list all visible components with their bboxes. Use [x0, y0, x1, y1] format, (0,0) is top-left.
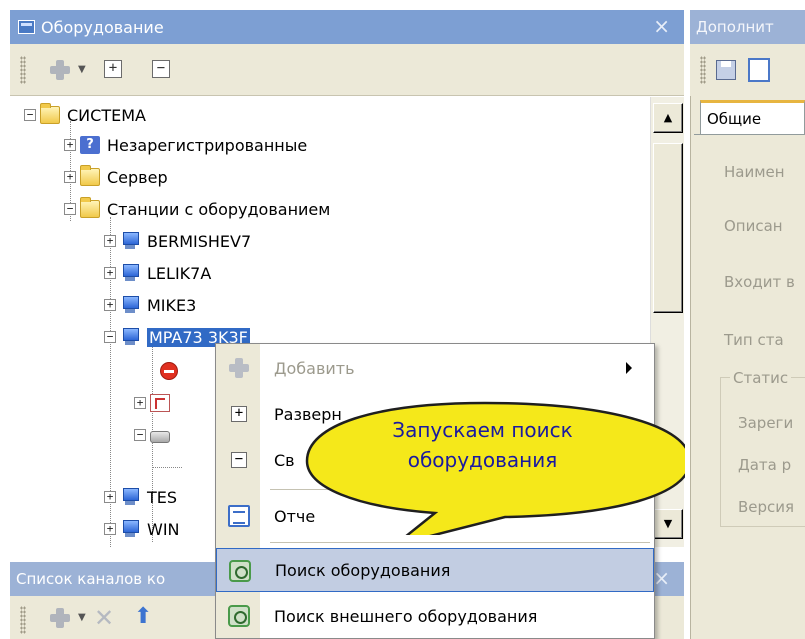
disabled-icon: [160, 362, 178, 380]
expand-icon: +: [231, 406, 247, 422]
computer-icon: [120, 296, 140, 314]
tree-node-station[interactable]: + LELIK7A: [104, 261, 211, 285]
toolbar-grip[interactable]: [20, 56, 26, 84]
computer-icon: [120, 520, 140, 538]
collapse-toggle[interactable]: −: [24, 109, 36, 121]
computer-icon: [120, 264, 140, 282]
submenu-arrow-icon: [626, 362, 632, 374]
scroll-thumb[interactable]: [653, 143, 683, 313]
equipment-panel-title: Оборудование ×: [10, 10, 684, 44]
properties-toolbar: [690, 44, 805, 96]
tree-node-station[interactable]: + TES: [104, 485, 177, 509]
menu-item-label: Поиск внешнего оборудования: [274, 606, 538, 626]
field-label: Описан: [724, 217, 783, 235]
expand-toggle[interactable]: +: [64, 171, 76, 183]
expand-all-button[interactable]: +: [104, 60, 122, 78]
collapse-toggle[interactable]: −: [134, 429, 146, 441]
tree-node-label: WIN: [147, 519, 180, 539]
tree-node-server[interactable]: + Сервер: [64, 165, 168, 189]
edit-icon[interactable]: [748, 58, 770, 82]
question-icon: ?: [80, 136, 100, 154]
field-label: Входит в: [724, 273, 795, 291]
equipment-panel-title-text: Оборудование: [41, 17, 164, 37]
statistics-group-label: Статис: [730, 369, 792, 387]
scroll-up-button[interactable]: ▲: [653, 103, 683, 133]
callout-line-1: Запускаем поиск: [392, 418, 573, 442]
tree-guide: [152, 467, 182, 468]
toolbar-grip[interactable]: [700, 56, 706, 84]
tree-node-label: MIKE3: [147, 295, 197, 315]
callout-bubble: Запускаем поиск оборудования: [285, 395, 692, 547]
menu-item-add[interactable]: Добавить: [216, 346, 654, 390]
channels-panel-title-text: Список каналов ко: [16, 570, 166, 588]
computer-icon: [120, 488, 140, 506]
tree-node-label: СИСТЕМА: [67, 105, 146, 125]
collapse-toggle[interactable]: −: [104, 331, 116, 343]
tree-node-system[interactable]: − СИСТЕМА: [24, 103, 146, 127]
tree-node-label: Незарегистрированные: [107, 135, 308, 155]
callout-line-2: оборудования: [407, 448, 558, 472]
field-label: Дата р: [738, 456, 792, 474]
tree-node-label: TES: [147, 487, 178, 507]
tree-node-station[interactable]: + MIKE3: [104, 293, 196, 317]
menu-item-search-equipment[interactable]: Поиск оборудования: [216, 548, 654, 592]
close-icon[interactable]: ×: [653, 566, 670, 590]
tree-node-unregistered[interactable]: + ? Незарегистрированные: [64, 133, 307, 157]
report-icon: [228, 505, 250, 527]
folder-icon: [40, 103, 60, 124]
chevron-down-icon[interactable]: ▼: [78, 612, 86, 623]
tree-node-station[interactable]: + WIN: [104, 517, 180, 541]
folder-icon: [80, 165, 100, 186]
properties-panel-title: Дополнит: [690, 10, 805, 44]
add-icon: [228, 357, 250, 379]
callout-text: Запускаем поиск оборудования: [380, 415, 585, 475]
field-label: Версия: [738, 498, 795, 516]
menu-separator: [270, 542, 650, 543]
collapse-toggle[interactable]: −: [64, 203, 76, 215]
disk-icon: [150, 431, 170, 443]
tree-node-device[interactable]: −: [134, 423, 177, 447]
menu-item-label: Поиск оборудования: [275, 560, 451, 580]
search-device-icon: [229, 560, 251, 582]
menu-item-search-external-equipment[interactable]: Поиск внешнего оборудования: [216, 594, 654, 638]
field-label: Тип ста: [724, 331, 784, 349]
window-icon: [18, 20, 35, 34]
delete-icon[interactable]: ✕: [94, 604, 114, 632]
expand-toggle[interactable]: +: [104, 523, 116, 535]
report-file-icon: [150, 394, 170, 412]
expand-toggle[interactable]: +: [104, 267, 116, 279]
field-label: Наимен: [724, 163, 785, 181]
field-label: Зареги: [738, 414, 794, 432]
chevron-down-icon[interactable]: ▼: [78, 64, 86, 75]
tree-node-label: LELIK7A: [147, 263, 212, 283]
search-device-icon: [228, 605, 250, 627]
tree-node-device[interactable]: +: [134, 391, 177, 415]
arrow-up-icon[interactable]: ⬆: [134, 604, 152, 629]
computer-icon: [120, 328, 140, 346]
menu-item-label: Добавить: [274, 358, 355, 378]
add-icon[interactable]: [48, 58, 72, 82]
tree-node-station[interactable]: + BERMISHEV7: [104, 229, 251, 253]
collapse-icon: −: [231, 452, 247, 468]
tree-node-stations[interactable]: − Станции с оборудованием: [64, 197, 330, 221]
expand-toggle[interactable]: +: [104, 491, 116, 503]
tree-node-label: Сервер: [107, 167, 168, 187]
add-icon[interactable]: [48, 606, 72, 630]
computer-icon: [120, 232, 140, 250]
expand-toggle[interactable]: +: [104, 299, 116, 311]
expand-toggle[interactable]: +: [64, 139, 76, 151]
close-icon[interactable]: ×: [653, 14, 670, 38]
collapse-all-button[interactable]: −: [152, 60, 170, 78]
tab-general[interactable]: Общие: [700, 100, 805, 134]
tree-node-label: BERMISHEV7: [147, 231, 252, 251]
tree-node-label: Станции с оборудованием: [107, 199, 331, 219]
equipment-toolbar: ▼ + −: [10, 44, 684, 96]
expand-toggle[interactable]: +: [104, 235, 116, 247]
toolbar-grip[interactable]: [20, 606, 26, 634]
tree-node-device[interactable]: [144, 359, 185, 383]
expand-toggle[interactable]: +: [134, 397, 146, 409]
save-icon[interactable]: [716, 60, 736, 80]
folder-icon: [80, 197, 100, 218]
